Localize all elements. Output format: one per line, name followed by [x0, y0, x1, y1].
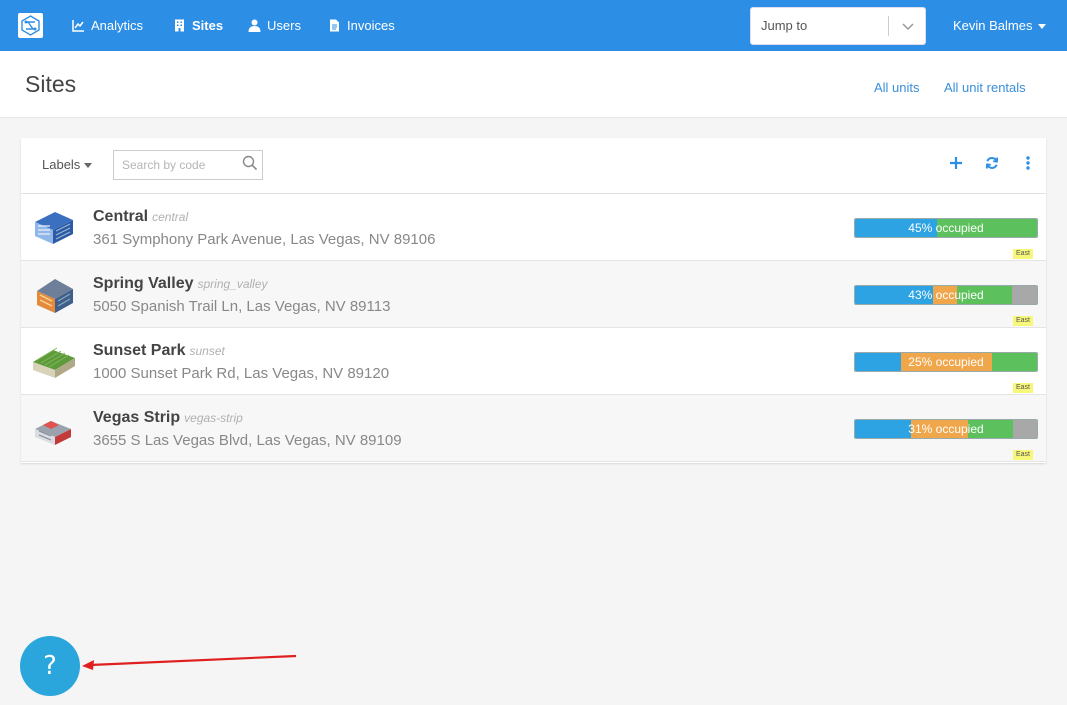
- region-tag: East: [1013, 383, 1034, 393]
- building-thumbnail-icon: [35, 212, 73, 244]
- top-navbar: Analytics Sites Users Invoices Jump to K…: [0, 0, 1067, 51]
- site-address: 3655 S Las Vegas Blvd, Las Vegas, NV 891…: [93, 432, 402, 449]
- site-code: central: [152, 210, 189, 224]
- occupancy-bar: 31% occupied: [854, 419, 1038, 439]
- site-address: 361 Symphony Park Avenue, Las Vegas, NV …: [93, 231, 436, 248]
- document-icon: [330, 19, 339, 32]
- help-button-label: ?: [43, 651, 57, 681]
- user-icon: [248, 19, 261, 32]
- site-name-text: Spring Valley: [93, 275, 194, 292]
- occupancy-bar: 25% occupied: [854, 352, 1038, 372]
- site-address: 5050 Spanish Trail Ln, Las Vegas, NV 891…: [93, 298, 391, 315]
- sites-toolbar: Labels: [21, 138, 1046, 194]
- nav-analytics[interactable]: Analytics: [72, 0, 143, 51]
- occupancy-label: 25% occupied: [908, 355, 984, 369]
- site-name-text: Central: [93, 208, 149, 225]
- building-thumbnail-icon: [33, 347, 75, 378]
- site-code: sunset: [189, 344, 225, 358]
- occupancy-bar: 45% occupied: [854, 218, 1038, 238]
- jump-to-placeholder: Jump to: [761, 18, 808, 33]
- sites-card: Labels Centralcentral 361 Symphony Park …: [21, 138, 1046, 463]
- region-tag: East: [1013, 316, 1034, 326]
- site-name[interactable]: Vegas Strip vegas-strip: [93, 409, 243, 427]
- site-row-vegas-strip[interactable]: Vegas Strip vegas-strip 3655 S Las Vegas …: [21, 395, 1046, 462]
- region-tag: East: [1013, 249, 1034, 259]
- page-header: Sites All units All unit rentals: [0, 51, 1067, 118]
- annotation-arrow: [82, 654, 297, 670]
- nav-sites[interactable]: Sites: [173, 0, 223, 51]
- site-row-spring-valley[interactable]: Spring Valley spring_valley 5050 Spanish …: [21, 261, 1046, 328]
- site-code: spring_valley: [197, 277, 268, 291]
- site-name-text: Vegas Strip: [93, 409, 181, 426]
- nav-invoices[interactable]: Invoices: [328, 0, 395, 51]
- all-unit-rentals-link[interactable]: All unit rentals: [944, 80, 1026, 95]
- add-icon[interactable]: [949, 156, 963, 170]
- site-code: vegas-strip: [184, 411, 243, 425]
- building-thumbnail-icon: [35, 421, 71, 445]
- labels-dropdown[interactable]: Labels: [42, 157, 93, 172]
- site-row-central[interactable]: Central central 361 Symphony Park Avenue,…: [21, 194, 1046, 261]
- chart-icon: [72, 20, 84, 32]
- occupancy-label: 45% occupied: [908, 221, 984, 235]
- refresh-icon[interactable]: [985, 156, 999, 170]
- nav-users-label: Users: [267, 18, 301, 33]
- occupancy-bar: 43% occupied: [854, 285, 1038, 305]
- logo-icon: [21, 15, 40, 36]
- occupancy-label: 43% occupied: [908, 288, 984, 302]
- search-icon[interactable]: [242, 155, 258, 171]
- building-thumbnail-icon: [37, 279, 73, 313]
- labels-dropdown-label: Labels: [42, 157, 81, 172]
- nav-analytics-label: Analytics: [91, 18, 144, 33]
- nav-users[interactable]: Users: [248, 0, 301, 51]
- search-input[interactable]: [113, 150, 263, 180]
- nav-invoices-label: Invoices: [347, 18, 395, 33]
- site-name[interactable]: Central central: [93, 208, 188, 226]
- building-icon: [175, 19, 184, 32]
- caret-down-icon: [1038, 24, 1047, 30]
- nav-sites-label: Sites: [192, 18, 224, 33]
- region-tag: East: [1013, 450, 1034, 460]
- caret-down-icon: [84, 163, 93, 169]
- jump-to-divider: [888, 16, 889, 36]
- occupancy-label: 31% occupied: [908, 422, 984, 436]
- site-address: 1000 Sunset Park Rd, Las Vegas, NV 89120: [93, 365, 390, 382]
- site-row-sunset-park[interactable]: Sunset Park sunset 1000 Sunset Park Rd, L…: [21, 328, 1046, 395]
- more-options-icon[interactable]: [1025, 156, 1031, 170]
- user-menu[interactable]: Kevin Balmes: [953, 0, 1047, 51]
- page-title: Sites: [25, 71, 77, 97]
- jump-to-select[interactable]: Jump to: [750, 7, 926, 45]
- user-name: Kevin Balmes: [953, 18, 1033, 33]
- help-button[interactable]: ?: [20, 636, 80, 696]
- site-name[interactable]: Spring Valley spring_valley: [93, 275, 268, 293]
- site-name-text: Sunset Park: [93, 342, 186, 359]
- app-logo[interactable]: [18, 13, 43, 38]
- chevron-down-icon[interactable]: [901, 19, 915, 33]
- site-name[interactable]: Sunset Park sunset: [93, 342, 225, 360]
- all-units-link[interactable]: All units: [874, 80, 920, 95]
